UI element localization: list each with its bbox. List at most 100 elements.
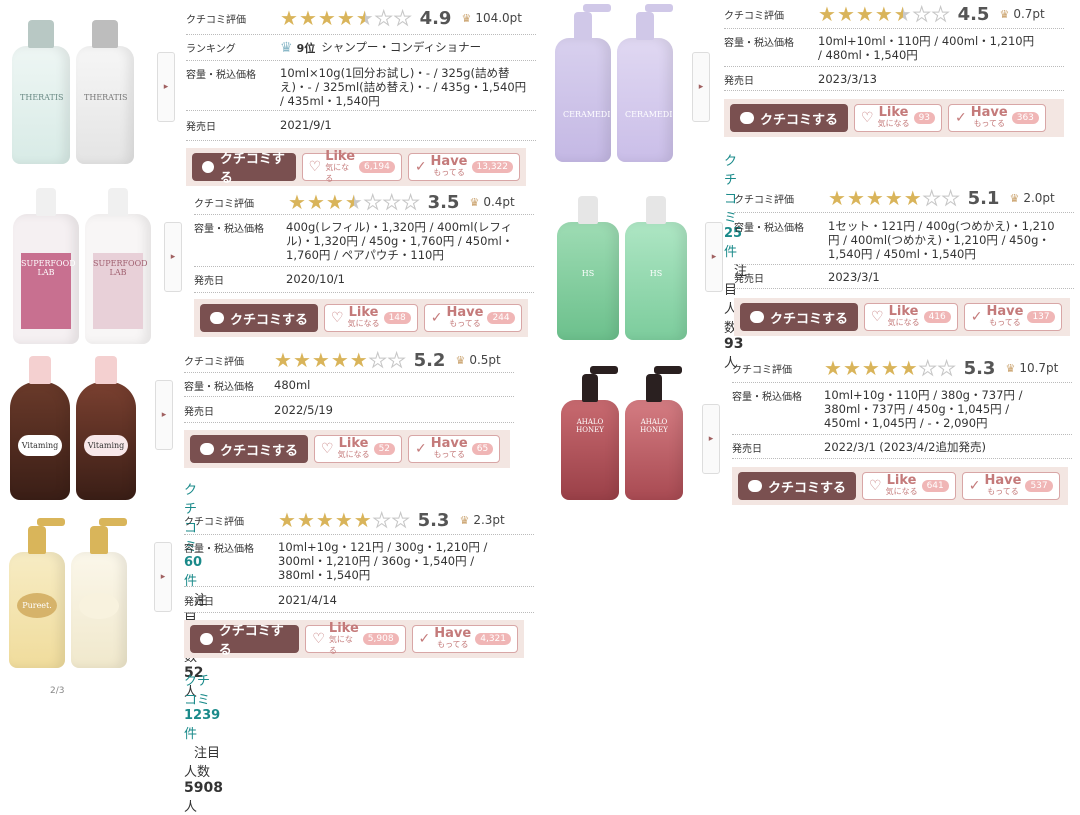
review-button[interactable]: クチコミする [200, 304, 319, 332]
rank-number[interactable]: 9位 [297, 40, 316, 56]
points: 0.7pt [1013, 7, 1045, 21]
review-button[interactable]: クチコミする [740, 303, 859, 331]
release-label: 発売日 [732, 444, 762, 455]
bottle-label: THERATIS [20, 93, 64, 103]
ranking-label: ランキング [186, 44, 236, 55]
bottle-label: SUPERFOOD LAB [93, 253, 148, 329]
rating-stars: ★ ★ ★ ★ ★ ★ ★ [280, 6, 412, 30]
bottle-label: THERATIS [84, 93, 128, 103]
have-button[interactable]: ✓ Have もってる 4,321 [411, 625, 518, 653]
check-icon: ✓ [415, 441, 427, 457]
heart-icon: ♡ [861, 110, 874, 126]
rating-score: 3.5 [427, 191, 460, 213]
rating-score: 5.3 [417, 509, 450, 531]
rank-category[interactable]: シャンプー・コンディショナー [321, 40, 481, 54]
release-date: 2023/3/1 [828, 270, 880, 284]
volume-price: 10ml×10g(1回分お試し)・- / 325g(詰め替え)・- / 325m… [280, 66, 527, 108]
review-button[interactable]: クチコミする [190, 435, 309, 463]
product-image[interactable]: Vitaming Vitaming [8, 352, 138, 500]
have-button[interactable]: ✓ Have もってる 65 [408, 435, 501, 463]
have-count: 537 [1025, 480, 1053, 492]
speech-bubble-icon [748, 480, 762, 492]
volume-price: 1セット・121円 / 400g(つめかえ)・1,210円 / 400ml(つめ… [828, 219, 1055, 261]
have-button[interactable]: ✓ Have もってる 13,322 [407, 153, 520, 181]
check-icon: ✓ [418, 631, 431, 647]
volume-label: 容量・税込価格 [732, 392, 802, 403]
expand-arrow-button[interactable]: ▸ [702, 404, 720, 474]
review-count-link[interactable]: クチコミ 1239件 [184, 674, 220, 742]
expand-arrow-button[interactable]: ▸ [155, 380, 173, 450]
crown-icon: ♛ [1009, 191, 1020, 205]
volume-label: 容量・税込価格 [184, 382, 254, 393]
points: 104.0pt [475, 11, 523, 25]
volume-label: 容量・税込価格 [724, 38, 794, 49]
like-button[interactable]: ♡ Like 気になる 148 [324, 304, 418, 332]
volume-label: 容量・税込価格 [194, 224, 264, 235]
release-date: 2020/10/1 [286, 272, 345, 286]
have-button[interactable]: ✓ Have もってる 363 [948, 104, 1046, 132]
release-label: 発売日 [194, 276, 224, 287]
attention-count: 93 [724, 336, 744, 352]
rating-label: クチコミ評価 [184, 516, 244, 528]
action-bar: クチコミする ♡ Like 気になる 416 ✓ Have もってる 137 [734, 298, 1070, 336]
expand-arrow-button[interactable]: ▸ [164, 222, 182, 292]
have-button[interactable]: ✓ Have もってる 537 [961, 472, 1060, 500]
review-footer: クチコミ 1239件 注目人数 5908人 [184, 674, 223, 815]
review-button[interactable]: クチコミする [192, 152, 296, 186]
like-count: 148 [383, 312, 411, 324]
have-button[interactable]: ✓ Have もってる 244 [423, 304, 522, 332]
have-count: 244 [487, 312, 515, 324]
rating-stars: ★ ★ ★ ★ ★ ★ ★ [288, 190, 420, 214]
action-bar: クチコミする ♡ Like 気になる 5,908 ✓ Have もってる 4,321 [184, 620, 524, 658]
have-button[interactable]: ✓ Have もってる 137 [963, 303, 1062, 331]
bottle-label: Pureet. [17, 592, 57, 618]
review-button[interactable]: クチコミする [738, 472, 857, 500]
like-button[interactable]: ♡ Like 気になる 93 [854, 104, 943, 132]
expand-arrow-button[interactable]: ▸ [705, 222, 723, 292]
crown-icon: ♛ [459, 513, 470, 527]
have-count: 137 [1027, 311, 1055, 323]
product-image[interactable]: HS HS [556, 190, 688, 340]
release-label: 発売日 [184, 597, 214, 608]
like-button[interactable]: ♡ Like 気になる 52 [314, 435, 403, 463]
review-button[interactable]: クチコミする [730, 104, 849, 132]
rating-stars: ★ ★ ★ ★ ★ ★ ★ [278, 508, 410, 532]
bottle-label: HS [649, 269, 663, 279]
rating-stars: ★ ★ ★ ★ ★ ★ ★ [818, 2, 950, 26]
bottle-label: CERAMEDI [625, 109, 673, 119]
expand-arrow-button[interactable]: ▸ [157, 52, 175, 122]
like-count: 416 [923, 311, 951, 323]
rating-label: クチコミ評価 [724, 10, 784, 22]
volume-label: 容量・税込価格 [184, 544, 254, 555]
expand-arrow-button[interactable]: ▸ [154, 542, 172, 612]
like-button[interactable]: ♡ Like 気になる 641 [862, 472, 956, 500]
points: 2.3pt [473, 513, 505, 527]
points: 0.5pt [469, 353, 501, 367]
have-count: 65 [471, 443, 494, 455]
product-image[interactable]: AHALO HONEY AHALO HONEY [556, 366, 688, 500]
like-count: 641 [921, 480, 949, 492]
check-icon: ✓ [955, 110, 967, 126]
volume-label: 容量・税込価格 [734, 223, 804, 234]
product-image[interactable]: THERATIS THERATIS [8, 10, 138, 164]
like-button[interactable]: ♡ Like 気になる 416 [864, 303, 958, 331]
have-count: 13,322 [471, 161, 513, 173]
like-button[interactable]: ♡ Like 気になる 6,194 [301, 150, 402, 183]
product-image[interactable]: SUPERFOOD LAB SUPERFOOD LAB [8, 188, 156, 344]
points: 10.7pt [1019, 361, 1059, 375]
bottle-label: CERAMEDI [563, 109, 611, 119]
action-bar: クチコミする ♡ Like 気になる 6,194 ✓ Have もってる 13,322 [186, 148, 526, 186]
check-icon: ✓ [968, 478, 981, 494]
have-count: 4,321 [475, 633, 511, 645]
expand-arrow-button[interactable]: ▸ [692, 52, 710, 122]
rating-score: 4.9 [419, 7, 452, 29]
like-count: 93 [913, 112, 936, 124]
product-image[interactable]: CERAMEDI CERAMEDI [552, 4, 676, 162]
release-label: 発売日 [724, 76, 754, 87]
heart-icon: ♡ [312, 631, 325, 647]
product-image[interactable]: Pureet. [8, 518, 128, 668]
like-button[interactable]: ♡ Like 気になる 5,908 [305, 622, 406, 655]
heart-icon: ♡ [869, 478, 882, 494]
review-button[interactable]: クチコミする [190, 624, 300, 658]
action-bar: クチコミする ♡ Like 気になる 93 ✓ Have もってる 363 [724, 99, 1064, 137]
